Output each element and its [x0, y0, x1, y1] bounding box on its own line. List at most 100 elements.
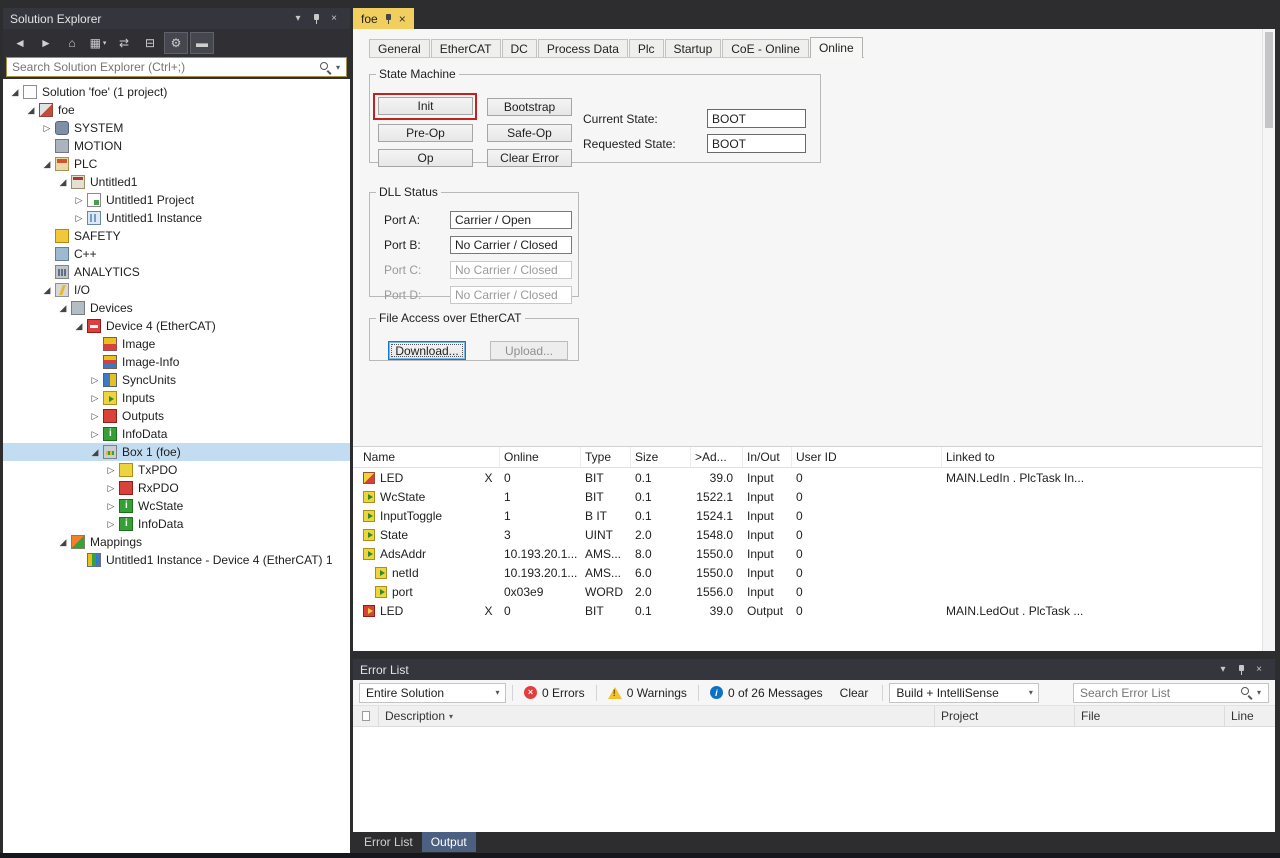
- requested-state-field[interactable]: BOOT: [707, 134, 806, 153]
- port-a-field[interactable]: Carrier / Open: [450, 211, 572, 229]
- tree-item-c[interactable]: C++: [3, 245, 350, 263]
- pin-icon[interactable]: [1232, 661, 1250, 679]
- collapse-all-icon[interactable]: ⊟: [138, 32, 162, 54]
- source-filter-combo[interactable]: Build + IntelliSense ▾: [889, 683, 1039, 703]
- tab-ethercat[interactable]: EtherCAT: [431, 39, 501, 57]
- tree-item-system[interactable]: ▷SYSTEM: [3, 119, 350, 137]
- sync-with-active-document-icon[interactable]: ⇄: [112, 32, 136, 54]
- tree-item-infodata[interactable]: ▷InfoData: [3, 515, 350, 533]
- column-header-description[interactable]: Description ▾: [379, 706, 935, 726]
- clear-button[interactable]: Clear: [832, 682, 877, 704]
- variable-row-wcstate[interactable]: WcState1BIT0.11522.1Input0: [353, 487, 1275, 506]
- tree-item-rxpdo[interactable]: ▷RxPDO: [3, 479, 350, 497]
- variable-row-port[interactable]: port0x03e9WORD2.01556.0Input0: [353, 582, 1275, 601]
- pin-icon[interactable]: [307, 10, 325, 28]
- switch-views-icon[interactable]: ▦▾: [86, 32, 110, 54]
- tab-startup[interactable]: Startup: [665, 39, 722, 57]
- warnings-filter-button[interactable]: 0 Warnings: [603, 682, 692, 704]
- pin-icon[interactable]: [384, 13, 393, 25]
- column-header-in-out[interactable]: In/Out: [743, 447, 792, 467]
- collapse-arrow-icon[interactable]: ◢: [23, 105, 39, 116]
- severity-column-header[interactable]: [353, 706, 379, 726]
- window-position-chevron-icon[interactable]: ▾: [289, 10, 307, 28]
- collapse-arrow-icon[interactable]: ◢: [87, 447, 103, 458]
- scrollbar-thumb[interactable]: [1265, 32, 1273, 128]
- tree-item-motion[interactable]: MOTION: [3, 137, 350, 155]
- column-header-user-id[interactable]: User ID: [792, 447, 942, 467]
- op-button[interactable]: Op: [378, 149, 473, 167]
- column-header-type[interactable]: Type: [581, 447, 631, 467]
- safe-op-button[interactable]: Safe-Op: [487, 124, 572, 142]
- panel-splitter[interactable]: [353, 651, 1275, 659]
- tab-general[interactable]: General: [369, 39, 430, 57]
- close-icon[interactable]: ×: [325, 10, 343, 28]
- variable-row-led[interactable]: LEDX0BIT0.139.0Input0MAIN.LedIn . PlcTas…: [353, 468, 1275, 487]
- close-icon[interactable]: ×: [399, 13, 406, 25]
- tree-item-devices[interactable]: ◢Devices: [3, 299, 350, 317]
- variable-row-adsaddr[interactable]: AdsAddr10.193.20.1...AMS...8.01550.0Inpu…: [353, 544, 1275, 563]
- messages-filter-button[interactable]: 0 of 26 Messages: [705, 682, 828, 704]
- tree-item-untitled1-instance[interactable]: ▷Untitled1 Instance: [3, 209, 350, 227]
- tree-item-untitled1-project[interactable]: ▷Untitled1 Project: [3, 191, 350, 209]
- home-icon[interactable]: ⌂: [60, 32, 84, 54]
- tab-process-data[interactable]: Process Data: [538, 39, 628, 57]
- error-search-input[interactable]: [1077, 686, 1240, 700]
- solution-search-input[interactable]: [7, 60, 319, 74]
- search-options-caret-icon[interactable]: ▾: [1253, 688, 1265, 697]
- tree-item-box-1-foe[interactable]: ◢Box 1 (foe): [3, 443, 350, 461]
- variable-row-led[interactable]: LEDX0BIT0.139.0Output0MAIN.LedOut . PlcT…: [353, 601, 1275, 620]
- window-position-chevron-icon[interactable]: ▾: [1214, 661, 1232, 679]
- scope-filter-combo[interactable]: Entire Solution ▾: [359, 683, 506, 703]
- search-options-caret-icon[interactable]: ▾: [332, 63, 344, 72]
- expand-arrow-icon[interactable]: ▷: [87, 411, 103, 422]
- search-icon[interactable]: [319, 61, 332, 74]
- tree-item-device-4-ethercat[interactable]: ◢Device 4 (EtherCAT): [3, 317, 350, 335]
- collapse-arrow-icon[interactable]: ◢: [55, 303, 71, 314]
- column-header-line[interactable]: Line: [1225, 706, 1275, 726]
- collapse-arrow-icon[interactable]: ◢: [55, 177, 71, 188]
- vertical-scrollbar[interactable]: [1262, 29, 1275, 651]
- tab-coe-online[interactable]: CoE - Online: [722, 39, 809, 57]
- expand-arrow-icon[interactable]: ▷: [87, 393, 103, 404]
- tree-item-wcstate[interactable]: ▷WcState: [3, 497, 350, 515]
- pre-op-button[interactable]: Pre-Op: [378, 124, 473, 142]
- expand-arrow-icon[interactable]: ▷: [103, 519, 119, 530]
- errors-filter-button[interactable]: 0 Errors: [519, 682, 590, 704]
- expand-arrow-icon[interactable]: ▷: [71, 213, 87, 224]
- expand-arrow-icon[interactable]: ▷: [103, 501, 119, 512]
- search-icon[interactable]: [1240, 686, 1253, 699]
- collapse-arrow-icon[interactable]: ◢: [71, 321, 87, 332]
- expand-arrow-icon[interactable]: ▷: [71, 195, 87, 206]
- collapse-arrow-icon[interactable]: ◢: [39, 285, 55, 296]
- expand-arrow-icon[interactable]: ▷: [103, 465, 119, 476]
- column-header-file[interactable]: File: [1075, 706, 1225, 726]
- tab-output[interactable]: Output: [422, 832, 476, 852]
- variable-row-netid[interactable]: netId10.193.20.1...AMS...6.01550.0Input0: [353, 563, 1275, 582]
- variable-row-inputtoggle[interactable]: InputToggle1B IT0.11524.1Input0: [353, 506, 1275, 525]
- tab-plc[interactable]: Plc: [629, 39, 664, 57]
- tree-item-image-info[interactable]: Image-Info: [3, 353, 350, 371]
- column-header-name[interactable]: Name: [353, 447, 500, 467]
- column-header-linked-to[interactable]: Linked to: [942, 447, 1275, 467]
- tree-item-inputs[interactable]: ▷Inputs: [3, 389, 350, 407]
- tree-item-plc[interactable]: ◢PLC: [3, 155, 350, 173]
- back-icon[interactable]: ◄: [8, 32, 32, 54]
- tree-item-foe[interactable]: ◢foe: [3, 101, 350, 119]
- download-button[interactable]: Download...: [388, 341, 466, 360]
- tree-item-outputs[interactable]: ▷Outputs: [3, 407, 350, 425]
- expand-arrow-icon[interactable]: ▷: [87, 429, 103, 440]
- bootstrap-button[interactable]: Bootstrap: [487, 98, 572, 116]
- column-header-online[interactable]: Online: [500, 447, 581, 467]
- document-tab-foe[interactable]: foe ×: [353, 8, 414, 29]
- tree-item-syncunits[interactable]: ▷SyncUnits: [3, 371, 350, 389]
- expand-arrow-icon[interactable]: ▷: [39, 123, 55, 134]
- properties-icon[interactable]: ⚙: [164, 32, 188, 54]
- tree-item-image[interactable]: Image: [3, 335, 350, 353]
- tree-item-txpdo[interactable]: ▷TxPDO: [3, 461, 350, 479]
- tab-online[interactable]: Online: [810, 37, 863, 58]
- tab-error-list[interactable]: Error List: [355, 832, 422, 852]
- column-header-project[interactable]: Project: [935, 706, 1075, 726]
- close-icon[interactable]: ×: [1250, 661, 1268, 679]
- forward-icon[interactable]: ►: [34, 32, 58, 54]
- preview-selected-items-icon[interactable]: ▬: [190, 32, 214, 54]
